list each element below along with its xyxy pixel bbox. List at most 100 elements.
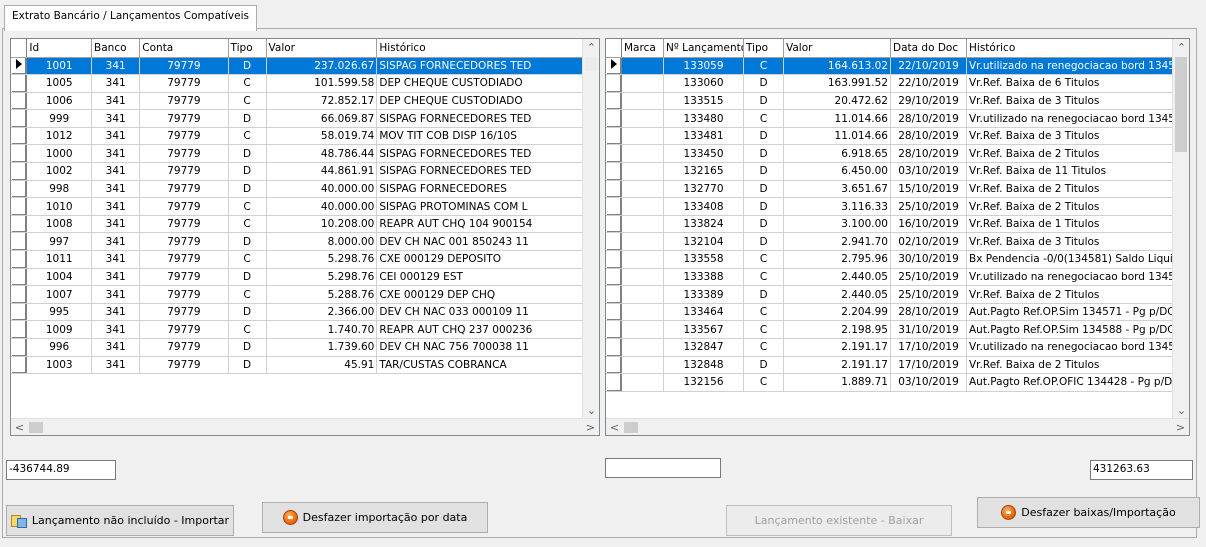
- row-indicator[interactable]: [606, 215, 622, 234]
- scroll-up-icon[interactable]: ⌃: [583, 39, 599, 56]
- scroll-up-icon[interactable]: ⌃: [1173, 39, 1189, 56]
- cell-valor[interactable]: 2.440.05: [783, 268, 891, 287]
- scroll-thumb[interactable]: [29, 422, 43, 433]
- cell-lanc[interactable]: 133824: [663, 215, 744, 234]
- cell-valor[interactable]: 1.740.70: [266, 320, 378, 339]
- cell-historico[interactable]: SISPAG FORNECEDORES TED: [376, 162, 584, 181]
- table-row[interactable]: 997 341 79779 D 8.000.00 DEV CH NAC 001 85024…: [11, 232, 597, 252]
- cell-historico[interactable]: REAPR AUT CHQ 104 900154: [376, 215, 584, 234]
- cell-tipo[interactable]: C: [228, 215, 267, 234]
- row-indicator[interactable]: [11, 197, 28, 216]
- cell-marca[interactable]: [621, 197, 664, 216]
- cell-historico[interactable]: Vr.Ref. Baixa de 1 Titulos: [966, 215, 1187, 234]
- cell-valor[interactable]: 5.298.76: [266, 268, 378, 287]
- col-header-id[interactable]: Id: [26, 39, 93, 58]
- cell-tipo[interactable]: D: [228, 109, 267, 128]
- cell-data[interactable]: 28/10/2019: [890, 127, 967, 146]
- cell-banco[interactable]: 341: [91, 162, 141, 181]
- cell-marca[interactable]: [621, 215, 664, 234]
- cell-tipo[interactable]: D: [228, 303, 267, 322]
- cell-lanc[interactable]: 133558: [663, 250, 744, 269]
- cell-marca[interactable]: [621, 180, 664, 199]
- table-row[interactable]: 996 341 79779 D 1.739.60 DEV CH NAC 756 70003…: [11, 338, 597, 357]
- table-row[interactable]: 132847 C 2.191.17 17/10/2019 Vr.utilizado na…: [606, 338, 1187, 357]
- cell-tipo[interactable]: D: [743, 197, 784, 216]
- cell-id[interactable]: 1009: [26, 320, 93, 339]
- row-indicator[interactable]: [606, 320, 622, 339]
- cell-banco[interactable]: 341: [91, 285, 141, 304]
- cell-banco[interactable]: 341: [91, 268, 141, 287]
- table-row[interactable]: 132165 D 6.450.00 03/10/2019 Vr.Ref. Baixa d…: [606, 162, 1187, 181]
- cell-conta[interactable]: 79779: [139, 285, 229, 304]
- row-indicator[interactable]: [606, 268, 622, 287]
- right-vertical-scrollbar[interactable]: ⌃ ⌄: [1172, 39, 1189, 419]
- table-row[interactable]: 133515 D 20.472.62 29/10/2019 Vr.Ref. Baixa …: [606, 92, 1187, 111]
- cell-historico[interactable]: Vr.Ref. Baixa de 6 Titulos: [966, 74, 1187, 93]
- cell-historico[interactable]: Aut.Pagto Ref.OP.OFIC 134428 - Pg p/D: [966, 373, 1187, 392]
- table-row[interactable]: 132770 D 3.651.67 15/10/2019 Vr.Ref. Baixa d…: [606, 180, 1187, 199]
- cell-banco[interactable]: 341: [91, 232, 141, 252]
- cell-historico[interactable]: DEP CHEQUE CUSTODIADO: [376, 74, 584, 93]
- cell-valor[interactable]: 6.450.00: [783, 162, 891, 181]
- cell-conta[interactable]: 79779: [139, 92, 229, 111]
- cell-tipo[interactable]: C: [228, 74, 267, 93]
- table-row[interactable]: 1009 341 79779 C 1.740.70 REAPR AUT CHQ 237 0…: [11, 320, 597, 339]
- row-indicator[interactable]: [606, 232, 622, 252]
- col-header-tipo[interactable]: Tipo: [743, 39, 784, 58]
- cell-historico[interactable]: Vr.Ref. Baixa de 11 Titulos: [966, 162, 1187, 181]
- table-row[interactable]: 1003 341 79779 D 45.91 TAR/CUSTAS COBRANCA: [11, 356, 597, 375]
- cell-historico[interactable]: Vr.Ref. Baixa de 2 Titulos: [966, 285, 1187, 304]
- scroll-right-icon[interactable]: >: [1172, 419, 1189, 435]
- cell-tipo[interactable]: D: [228, 338, 267, 357]
- cell-banco[interactable]: 341: [91, 180, 141, 199]
- table-row[interactable]: 133480 C 11.014.66 28/10/2019 Vr.utilizado n…: [606, 109, 1187, 128]
- cell-valor[interactable]: 11.014.66: [783, 127, 891, 146]
- cell-valor[interactable]: 2.191.17: [783, 338, 891, 357]
- col-header-conta[interactable]: Conta: [139, 39, 229, 58]
- cell-id[interactable]: 1010: [26, 197, 93, 216]
- table-row[interactable]: 1005 341 79779 C 101.599.58 DEP CHEQUE CUSTOD…: [11, 74, 597, 93]
- undo-import-by-date-button[interactable]: Desfazer importação por data: [262, 502, 488, 533]
- cell-historico[interactable]: SISPAG FORNECEDORES TED: [376, 144, 584, 164]
- row-indicator[interactable]: [606, 144, 622, 164]
- cell-banco[interactable]: 341: [91, 320, 141, 339]
- cell-data[interactable]: 03/10/2019: [890, 162, 967, 181]
- table-row[interactable]: 1007 341 79779 C 5.288.76 CXE 000129 DEP CHQ: [11, 285, 597, 304]
- cell-lanc[interactable]: 132104: [663, 232, 744, 252]
- cell-tipo[interactable]: D: [743, 74, 784, 93]
- cell-historico[interactable]: DEV CH NAC 033 000109 11: [376, 303, 584, 322]
- cell-id[interactable]: 1002: [26, 162, 93, 181]
- row-indicator[interactable]: [606, 74, 622, 93]
- cell-historico[interactable]: Vr.Ref. Baixa de 3 Titulos: [966, 127, 1187, 146]
- table-row[interactable]: 1002 341 79779 D 44.861.91 SISPAG FORNECEDORE…: [11, 162, 597, 181]
- table-row[interactable]: 133481 D 11.014.66 28/10/2019 Vr.Ref. Baixa …: [606, 127, 1187, 146]
- cell-valor[interactable]: 40.000.00: [266, 197, 378, 216]
- cell-historico[interactable]: Vr.utilizado na renegociacao bord 134539: [966, 57, 1187, 76]
- cell-id[interactable]: 999: [26, 109, 93, 128]
- row-indicator[interactable]: [606, 285, 622, 304]
- cell-tipo[interactable]: D: [743, 92, 784, 111]
- cell-tipo[interactable]: D: [743, 144, 784, 164]
- cell-valor[interactable]: 58.019.74: [266, 127, 378, 146]
- baixar-button[interactable]: Lançamento existente - Baixar: [726, 505, 952, 536]
- cell-marca[interactable]: [621, 144, 664, 164]
- cell-valor[interactable]: 237.026.67: [266, 57, 378, 76]
- row-indicator[interactable]: [11, 74, 28, 93]
- cell-historico[interactable]: REAPR AUT CHQ 237 000236: [376, 320, 584, 339]
- cell-valor[interactable]: 2.366.00: [266, 303, 378, 322]
- table-row[interactable]: 133408 D 3.116.33 25/10/2019 Vr.Ref. Baixa d…: [606, 197, 1187, 216]
- cell-lanc[interactable]: 133060: [663, 74, 744, 93]
- cell-tipo[interactable]: D: [743, 232, 784, 252]
- cell-historico[interactable]: SISPAG FORNECEDORES TED: [376, 109, 584, 128]
- cell-valor[interactable]: 11.014.66: [783, 109, 891, 128]
- scroll-thumb[interactable]: [1175, 57, 1187, 152]
- cell-lanc[interactable]: 132165: [663, 162, 744, 181]
- tab-extrato-bancario[interactable]: Extrato Bancário / Lançamentos Compatíve…: [4, 5, 257, 31]
- scroll-thumb[interactable]: [585, 57, 597, 71]
- cell-lanc[interactable]: 133480: [663, 109, 744, 128]
- row-indicator[interactable]: [606, 180, 622, 199]
- cell-historico[interactable]: Vr.Ref. Baixa de 2 Titulos: [966, 356, 1187, 375]
- cell-valor[interactable]: 40.000.00: [266, 180, 378, 199]
- cell-historico[interactable]: CXE 000129 DEPOSITO: [376, 250, 584, 269]
- cell-data[interactable]: 22/10/2019: [890, 57, 967, 76]
